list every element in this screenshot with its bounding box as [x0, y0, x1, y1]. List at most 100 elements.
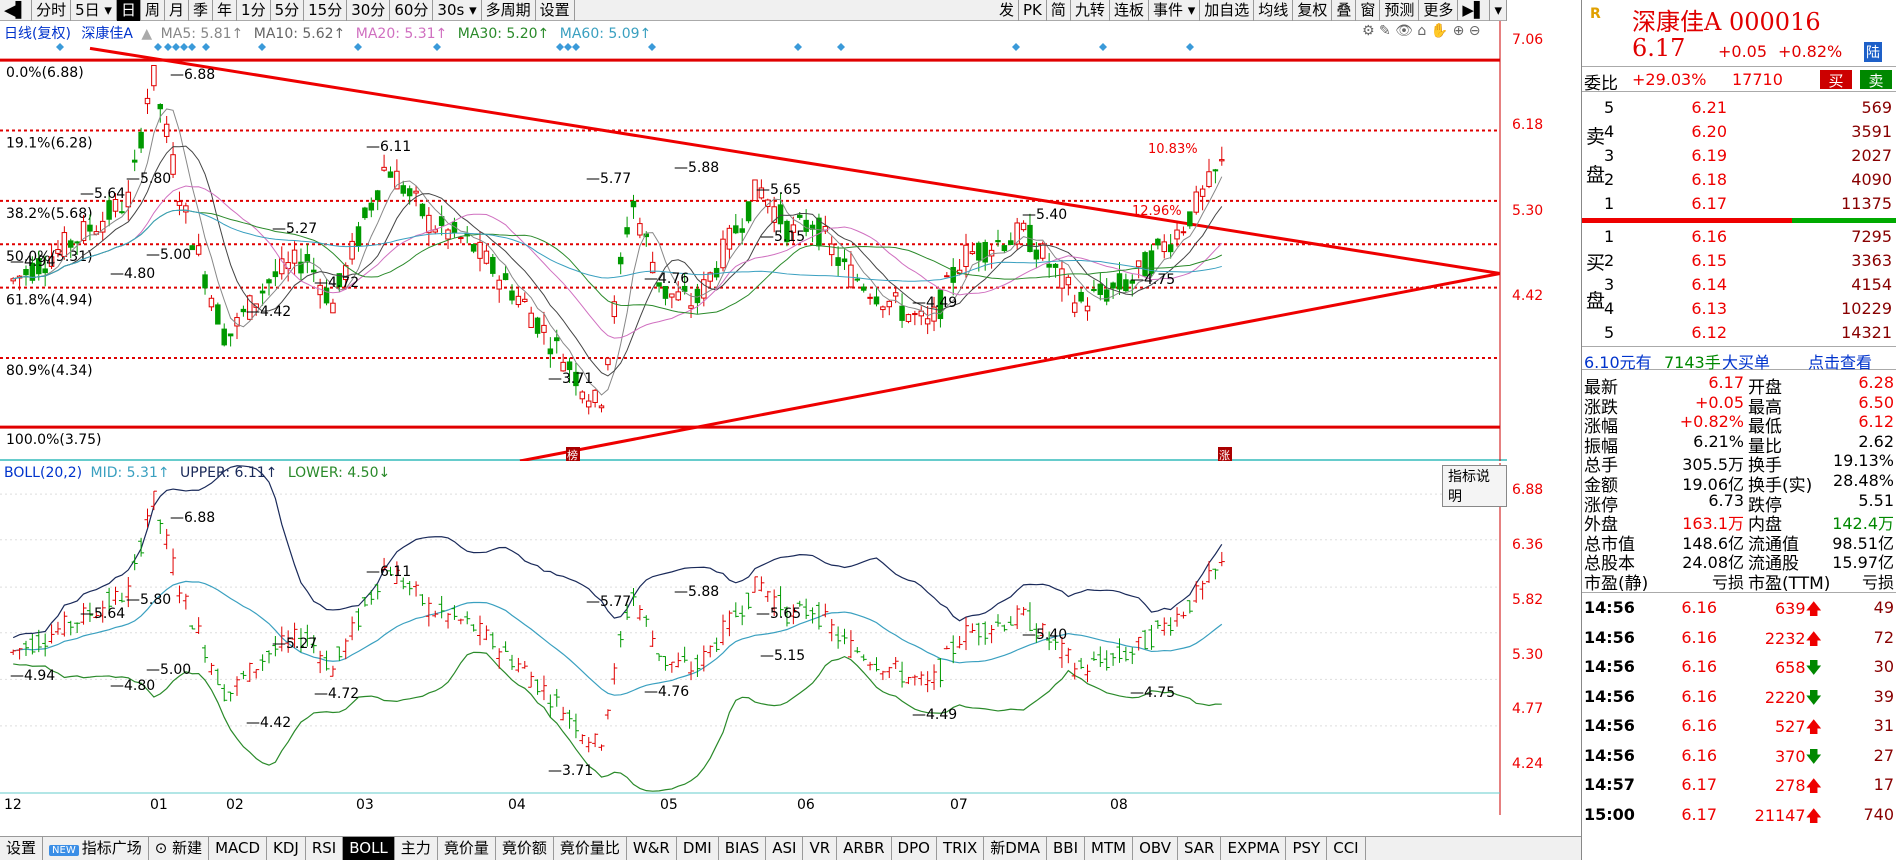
tab-psy[interactable]: PSY [1286, 837, 1328, 860]
tab-cci[interactable]: CCI [1327, 837, 1366, 860]
price-annotation: —5.00 [146, 247, 191, 263]
fib-label: 0.0%(6.88) [6, 65, 84, 81]
tab-indicator-square[interactable]: NEW 指标广场 [43, 837, 149, 860]
tab-bbi[interactable]: BBI [1047, 837, 1086, 860]
btn-forecast[interactable]: 预测 [1380, 0, 1420, 21]
btn-more[interactable]: 更多 [1419, 0, 1459, 21]
tab-rsi[interactable]: RSI [306, 837, 344, 860]
candle-body [291, 249, 298, 264]
tab-30s[interactable]: 30s ▾ [433, 0, 482, 21]
tab-wr[interactable]: W&R [627, 837, 677, 860]
tab-settings[interactable]: 设置 [536, 0, 575, 21]
btn-simple[interactable]: 简 [1047, 0, 1071, 21]
nav-end-icon[interactable]: ▶▌ [1458, 0, 1491, 21]
price-annotation: —4.49 [912, 295, 957, 311]
new-icon: ⊙ [154, 839, 173, 857]
tab-boll[interactable]: BOLL [343, 837, 395, 860]
dropdown-icon[interactable]: ▾ [1490, 0, 1507, 21]
tab-vr[interactable]: VR [803, 837, 838, 860]
tab-60min[interactable]: 60分 [390, 0, 434, 21]
ask-row[interactable]: 1 6.17 11375 [1582, 194, 1896, 216]
view-big-orders-link[interactable]: 点击查看 [1808, 349, 1872, 373]
ask-row[interactable]: 4 6.20 3591 [1582, 122, 1896, 144]
ask-row[interactable]: 5 6.21 569 [1582, 98, 1896, 120]
ask-row[interactable]: 3 6.19 2027 [1582, 146, 1896, 168]
ask-row[interactable]: 2 6.18 4090 [1582, 170, 1896, 192]
nav-back-icon[interactable]: ◀▌ [0, 0, 33, 21]
price-annotation: —5.27 [272, 221, 317, 237]
bid-row[interactable]: 1 6.16 7295 [1582, 227, 1896, 249]
bid-row[interactable]: 3 6.14 4154 [1582, 275, 1896, 297]
btn-adjust[interactable]: 复权 [1293, 0, 1333, 21]
tab-auction-amount[interactable]: 竟价额 [496, 837, 554, 860]
boll-annotation: —5.88 [674, 584, 719, 600]
buy-button[interactable]: 买 [1820, 70, 1852, 90]
kline-chart: 0.0%(6.88)19.1%(6.28)38.2%(5.68)50.0%(5.… [0, 21, 1501, 463]
tab-sar[interactable]: SAR [1178, 837, 1222, 860]
tab-5min[interactable]: 5分 [271, 0, 305, 21]
tab-daily[interactable]: 日 [116, 0, 141, 21]
tab-monthly[interactable]: 月 [165, 0, 189, 21]
fib-label: 80.9%(4.34) [6, 363, 93, 379]
tab-indicator-settings[interactable]: 设置 [0, 837, 44, 860]
btn-publish[interactable]: 发 [995, 0, 1020, 21]
stat-row: 外盘 163.1万 内盘 142.4万 [1584, 514, 1894, 536]
tab-main-force[interactable]: 主力 [395, 837, 438, 860]
event-marker-icon [1186, 43, 1194, 51]
tab-new-indicator[interactable]: ⊙ 新建 [149, 837, 210, 860]
tab-auction-volume[interactable]: 竟价量 [438, 837, 496, 860]
bid-row[interactable]: 4 6.13 10229 [1582, 299, 1896, 321]
btn-limit-board[interactable]: 连板 [1110, 0, 1149, 21]
chart-tool-icons[interactable]: ⚙ ✎ 👁 ⌂ ✋ ⊕ ⊖ [1362, 23, 1481, 39]
btn-moving-average[interactable]: 均线 [1254, 0, 1294, 21]
candle-body [841, 258, 848, 263]
candle-body [541, 324, 547, 333]
bid-row[interactable]: 5 6.12 14321 [1582, 323, 1896, 345]
tab-intraday[interactable]: 分时 [32, 0, 72, 21]
tab-trix[interactable]: TRIX [937, 837, 985, 860]
tab-new-dma[interactable]: 新DMA [984, 837, 1048, 860]
candle-body [688, 305, 694, 309]
up-arrow-icon: 🡅 [1805, 776, 1822, 795]
indicator-help-button[interactable]: 指标说明 [1442, 465, 1507, 507]
candle-body [381, 166, 387, 171]
boll-panel[interactable]: BOLL(20,2) MID: 5.31↑ UPPER: 6.11↑ LOWER… [0, 463, 1543, 815]
candle-body [413, 190, 419, 194]
btn-overlay[interactable]: 叠 [1332, 0, 1357, 21]
btn-window[interactable]: 窗 [1356, 0, 1381, 21]
tab-arbr[interactable]: ARBR [837, 837, 892, 860]
btn-events[interactable]: 事件 ▾ [1149, 0, 1201, 21]
tab-auction-ratio[interactable]: 竟价量比 [554, 837, 627, 860]
tab-kdj[interactable]: KDJ [267, 837, 306, 860]
candle-body [963, 244, 969, 268]
tab-1min[interactable]: 1分 [237, 0, 271, 21]
btn-pk[interactable]: PK [1019, 0, 1047, 21]
btn-add-watchlist[interactable]: 加自选 [1200, 0, 1255, 21]
fib-label: 100.0%(3.75) [6, 432, 101, 448]
tab-expma[interactable]: EXPMA [1221, 837, 1287, 860]
tab-dpo[interactable]: DPO [892, 837, 937, 860]
tab-mtm[interactable]: MTM [1085, 837, 1134, 860]
tab-macd[interactable]: MACD [209, 837, 268, 860]
tab-dmi[interactable]: DMI [677, 837, 719, 860]
tab-5day[interactable]: 5日 ▾ [71, 0, 117, 21]
btn-nine-turn[interactable]: 九转 [1071, 0, 1110, 21]
tab-quarterly[interactable]: 季 [189, 0, 214, 21]
tab-15min[interactable]: 15分 [304, 0, 348, 21]
fib-label: 61.8%(4.94) [6, 293, 93, 309]
kline-panel[interactable]: 日线(复权) 深康佳A ▲ MA5: 5.81↑ MA10: 5.62↑ MA2… [0, 21, 1543, 463]
tab-asi[interactable]: ASI [766, 837, 804, 860]
sell-button[interactable]: 卖 [1860, 70, 1892, 90]
bid-row[interactable]: 2 6.15 3363 [1582, 251, 1896, 273]
candle-body [157, 103, 164, 110]
tab-30min[interactable]: 30分 [347, 0, 391, 21]
candle-body [1199, 188, 1206, 197]
candle-body [720, 238, 726, 269]
stat-row: 振幅 6.21% 量比 2.62 [1584, 431, 1894, 457]
tab-yearly[interactable]: 年 [213, 0, 238, 21]
tab-obv[interactable]: OBV [1133, 837, 1178, 860]
tab-multi-period[interactable]: 多周期 [482, 0, 536, 21]
up-arrow-icon: 🡅 [1805, 599, 1822, 618]
tab-weekly[interactable]: 周 [141, 0, 165, 21]
tab-bias[interactable]: BIAS [719, 837, 767, 860]
